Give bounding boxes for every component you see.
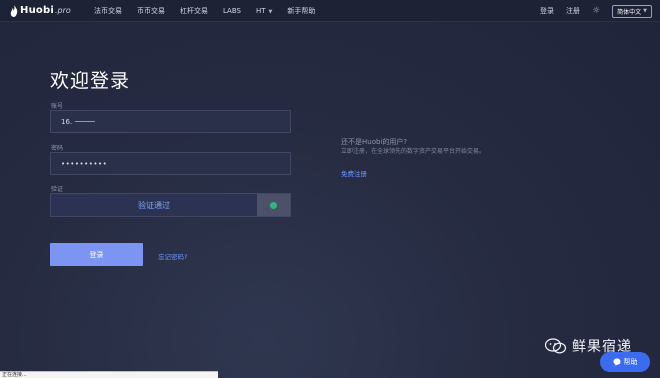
settings-gear-icon[interactable]: ☼ (592, 6, 600, 16)
browser-status-bar: 正在连接... (0, 371, 218, 378)
captcha-label: 验证 (51, 186, 64, 193)
chevron-down-icon: ▼ (643, 8, 647, 14)
logo-text: Huobi (20, 5, 54, 16)
nav-exchange[interactable]: 币币交易 (137, 6, 165, 16)
check-circle-icon (270, 201, 277, 209)
nav-ht-label: HT (255, 6, 266, 15)
header-login-link[interactable]: 登录 (540, 6, 554, 16)
account-label: 账号 (51, 103, 64, 110)
page-title: 欢迎登录 (50, 70, 131, 92)
promo-description: 立即注册，在全球领先的数字资产交易平台开始交易。 (341, 148, 486, 155)
nav-margin[interactable]: 杠杆交易 (180, 6, 208, 16)
header-register-link[interactable]: 注册 (566, 6, 580, 16)
nav-ht-dropdown[interactable]: HT ▼ (256, 7, 272, 15)
captcha-check-box (257, 194, 290, 216)
nav-fiat-trading[interactable]: 法币交易 (94, 6, 122, 16)
captcha-slider[interactable]: 验证通过 (50, 193, 291, 217)
main-nav: 法币交易 币币交易 杠杆交易 LABS HT ▼ 新手帮助 (94, 6, 330, 16)
logo-suffix: .pro (54, 6, 71, 15)
password-label: 密码 (51, 145, 64, 152)
account-input[interactable]: 16. (50, 110, 291, 133)
login-button[interactable]: 登录 (50, 243, 143, 266)
help-label: 帮助 (623, 358, 638, 366)
language-selector[interactable]: 简体中文 ▼ (612, 4, 652, 18)
captcha-status: 验证通过 (138, 200, 170, 210)
nav-help[interactable]: 新手帮助 (287, 6, 315, 16)
account-value: 16. (61, 117, 73, 126)
nav-labs[interactable]: LABS (223, 7, 241, 15)
nav-right: 登录 注册 ☼ 简体中文 ▼ (540, 0, 652, 22)
password-input[interactable]: •••••••••• (50, 152, 291, 175)
free-register-link[interactable]: 免费注册 (341, 168, 367, 178)
password-value: •••••••••• (61, 159, 108, 168)
chat-bubble-icon (613, 358, 620, 366)
chevron-down-icon: ▼ (268, 8, 273, 15)
masked-digits (75, 121, 96, 122)
language-label: 简体中文 (617, 8, 642, 16)
help-button[interactable]: 帮助 (600, 352, 650, 372)
huobi-logo[interactable]: Huobi .pro (10, 4, 74, 17)
flame-icon (10, 4, 18, 17)
forgot-password-link[interactable]: 忘记密码? (158, 251, 187, 261)
top-navbar: Huobi .pro 法币交易 币币交易 杠杆交易 LABS HT ▼ 新手帮助 … (0, 0, 660, 22)
wechat-icon (545, 338, 567, 354)
